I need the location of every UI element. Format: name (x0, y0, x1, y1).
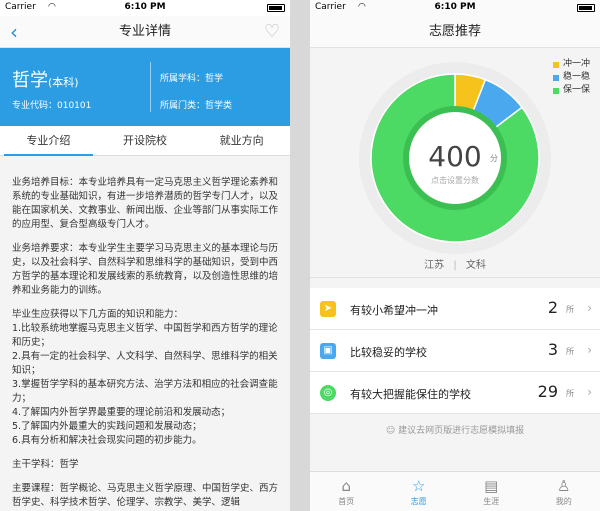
paragraph-goal: 业务培养目标：本专业培养具有一定马克思主义哲学理论素养和系统的专业基础知识，有进… (12, 177, 279, 230)
major-code: 专业代码：010101 (12, 101, 92, 111)
page-title: 专业详情 (118, 24, 171, 39)
back-icon[interactable]: ‹ (10, 16, 18, 48)
tab-bar: ⌂ 首页 ☆ 志愿 ▤ 生涯 ♙ 我的 (310, 471, 600, 511)
score-unit: 分 (490, 154, 498, 163)
camera-icon: ▤ (484, 477, 499, 495)
discipline-label: 所属学科：哲学 (160, 74, 224, 84)
province-subject[interactable]: 江苏 | 文科 (310, 256, 600, 271)
tabbar-career[interactable]: ▤ 生涯 (455, 472, 528, 511)
list-item-chong[interactable]: ➤ 有较小希望冲一冲 2 所 › (310, 288, 600, 330)
intro-content: 业务培养目标：本专业培养具有一定马克思主义哲学理论素养和系统的专业基础知识，有进… (0, 156, 290, 511)
status-bar: Carrier ◠ 6:10 PM (310, 0, 600, 16)
province-label: 江苏 (424, 260, 445, 271)
row-unit: 所 (566, 305, 574, 314)
major-banner: 哲学(本科) 专业代码：010101 所属学科：哲学 所属门类：哲学类 (0, 48, 290, 126)
tabbar-label: 首页 (338, 497, 355, 506)
legend-label-chong: 冲一冲 (562, 59, 590, 69)
paragraph-requirements: 业务培养要求：本专业学生主要学习马克思主义的基本理论与历史，以及社会科学、自然科… (12, 243, 279, 296)
row-count: 29 (537, 382, 558, 401)
nav-bar: ‹ 专业详情 ♡ (0, 16, 290, 48)
subject-label: 文科 (465, 260, 486, 271)
tabbar-label: 我的 (555, 497, 572, 506)
detail-tabs: 专业介绍 开设院校 就业方向 (0, 126, 290, 156)
row-count: 2 (547, 298, 558, 317)
tabbar-me[interactable]: ♙ 我的 (528, 472, 600, 511)
nav-bar: 志愿推荐 (310, 16, 600, 48)
battery-icon (267, 4, 285, 12)
recommend-list: ➤ 有较小希望冲一冲 2 所 › ▣ 比较稳妥的学校 3 所 › ◎ 有较大把握… (310, 288, 600, 414)
battery-icon (577, 4, 595, 12)
home-icon: ⌂ (341, 477, 352, 495)
chevron-right-icon: › (587, 343, 592, 357)
banner-divider (150, 62, 151, 112)
major-level: (本科) (48, 76, 79, 89)
right-phone-screen: Carrier ◠ 6:10 PM 志愿推荐 冲一冲 稳一稳 保一保 400 分… (310, 0, 600, 511)
row-count: 3 (547, 340, 558, 359)
time-label: 6:10 PM (434, 2, 476, 12)
tabbar-home[interactable]: ⌂ 首页 (310, 472, 383, 511)
row-label: 有较小希望冲一冲 (350, 304, 438, 317)
tab-intro[interactable]: 专业介绍 (0, 126, 97, 156)
chevron-right-icon: › (587, 301, 592, 315)
list-item-bao[interactable]: ◎ 有较大把握能保住的学校 29 所 › (310, 372, 600, 414)
web-tip[interactable]: ☺ 建议去网页版进行志愿模拟填报 (310, 414, 600, 445)
status-bar: Carrier ◠ 6:10 PM (0, 0, 290, 16)
bus-icon: ▣ (320, 343, 336, 359)
tabbar-volunteer[interactable]: ☆ 志愿 (383, 472, 456, 511)
major-name: 哲学(本科) (12, 66, 79, 92)
recommend-chart-area: 冲一冲 稳一稳 保一保 400 分 点击设置分数 江苏 | 文科 (310, 48, 600, 278)
row-unit: 所 (566, 389, 574, 398)
left-phone-screen: Carrier ◠ 6:10 PM ‹ 专业详情 ♡ 哲学(本科) 专业代码：0… (0, 0, 290, 511)
star-icon: ☆ (412, 477, 426, 495)
paragraph-abilities: 毕业生应获得以下几方面的知识和能力： 1.比较系统地掌握马克思主义哲学、中国哲学… (12, 309, 278, 446)
target-icon: ◎ (320, 385, 336, 401)
person-icon: ♙ (557, 477, 571, 495)
legend-label-wen: 稳一稳 (562, 72, 590, 82)
tip-text: 建议去网页版进行志愿模拟填报 (398, 426, 525, 436)
list-item-wen[interactable]: ▣ 比较稳妥的学校 3 所 › (310, 330, 600, 372)
donut-chart[interactable]: 400 分 点击设置分数 (350, 58, 560, 258)
row-label: 比较稳妥的学校 (350, 346, 427, 359)
tabbar-label: 志愿 (410, 497, 427, 506)
time-label: 6:10 PM (124, 2, 166, 12)
paper-plane-icon: ➤ (320, 301, 336, 317)
tab-careers[interactable]: 就业方向 (193, 126, 290, 155)
page-title: 志愿推荐 (428, 24, 481, 39)
row-label: 有较大把握能保住的学校 (350, 388, 471, 401)
category-label: 所属门类：哲学类 (160, 101, 233, 111)
separator: | (453, 260, 457, 271)
row-unit: 所 (566, 347, 574, 356)
score-hint[interactable]: 点击设置分数 (431, 175, 479, 185)
legend-label-bao: 保一保 (562, 85, 590, 95)
tab-schools[interactable]: 开设院校 (97, 126, 194, 155)
heart-icon[interactable]: ♡ (264, 16, 280, 48)
paragraph-main-discipline: 主干学科：哲学 (12, 459, 79, 470)
smile-icon: ☺ (385, 426, 396, 436)
major-name-text: 哲学 (12, 70, 48, 91)
paragraph-courses: 主要课程：哲学概论、马克思主义哲学原理、中国哲学史、西方哲学史、科学技术哲学、伦… (12, 483, 279, 508)
score-value[interactable]: 400 (428, 140, 481, 173)
chevron-right-icon: › (587, 385, 592, 399)
tabbar-label: 生涯 (483, 497, 500, 506)
